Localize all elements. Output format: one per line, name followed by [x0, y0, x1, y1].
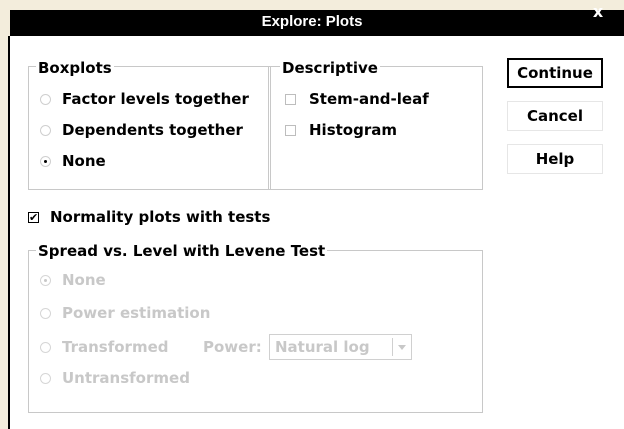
title-bar: Explore: Plots x	[0, 0, 624, 36]
radio-label: Transformed	[62, 338, 169, 356]
radio-label: None	[62, 152, 106, 170]
checkbox-label: Normality plots with tests	[50, 208, 271, 226]
radio-indicator[interactable]	[40, 307, 51, 319]
checkbox-label: Histogram	[309, 121, 397, 139]
help-button-label: Help	[535, 150, 575, 168]
radio-indicator[interactable]	[40, 274, 51, 286]
radio-dependents-together[interactable]: Dependents together	[40, 119, 243, 141]
radio-label: Factor levels together	[62, 90, 249, 108]
cancel-button-label: Cancel	[526, 107, 583, 125]
continue-button[interactable]: Continue	[507, 58, 603, 88]
radio-label: None	[62, 271, 106, 289]
radio-indicator[interactable]	[40, 124, 51, 136]
radio-factor-levels-together[interactable]: Factor levels together	[40, 88, 249, 110]
cancel-button[interactable]: Cancel	[507, 101, 603, 131]
boxplots-group-label: Boxplots	[36, 59, 114, 77]
checkbox-label: Stem-and-leaf	[309, 90, 429, 108]
checkbox-indicator[interactable]	[285, 93, 296, 105]
radio-transformed[interactable]: Transformed	[40, 336, 168, 358]
radio-power-estimation[interactable]: Power estimation	[40, 302, 210, 324]
power-label: Power:	[203, 338, 262, 356]
power-select[interactable]: Natural log	[269, 334, 412, 360]
radio-label: Untransformed	[62, 369, 190, 387]
descriptive-group-label: Descriptive	[280, 59, 380, 77]
radio-untransformed[interactable]: Untransformed	[40, 367, 190, 389]
radio-indicator[interactable]	[40, 372, 51, 384]
power-select-value: Natural log	[275, 338, 370, 356]
checkbox-normality-plots[interactable]: Normality plots with tests	[28, 206, 270, 228]
help-button[interactable]: Help	[507, 144, 603, 174]
radio-indicator[interactable]	[40, 341, 51, 353]
dialog-title: Explore: Plots	[261, 13, 363, 30]
radio-spread-none[interactable]: None	[40, 269, 106, 291]
radio-indicator[interactable]	[40, 93, 51, 105]
spread-vs-level-group-label: Spread vs. Level with Levene Test	[36, 242, 328, 260]
radio-label: Dependents together	[62, 121, 243, 139]
checkbox-indicator[interactable]	[28, 211, 39, 223]
explore-plots-dialog: Explore: Plots x Boxplots Factor levels …	[0, 0, 624, 429]
radio-boxplots-none[interactable]: None	[40, 150, 106, 172]
checkbox-histogram[interactable]: Histogram	[285, 119, 397, 141]
checkbox-stem-and-leaf[interactable]: Stem-and-leaf	[285, 88, 429, 110]
checkbox-indicator[interactable]	[285, 124, 296, 136]
continue-button-label: Continue	[517, 64, 593, 82]
radio-indicator[interactable]	[40, 155, 51, 167]
radio-label: Power estimation	[62, 304, 211, 322]
close-icon[interactable]: x	[572, 4, 624, 26]
chevron-down-icon[interactable]	[392, 338, 409, 356]
